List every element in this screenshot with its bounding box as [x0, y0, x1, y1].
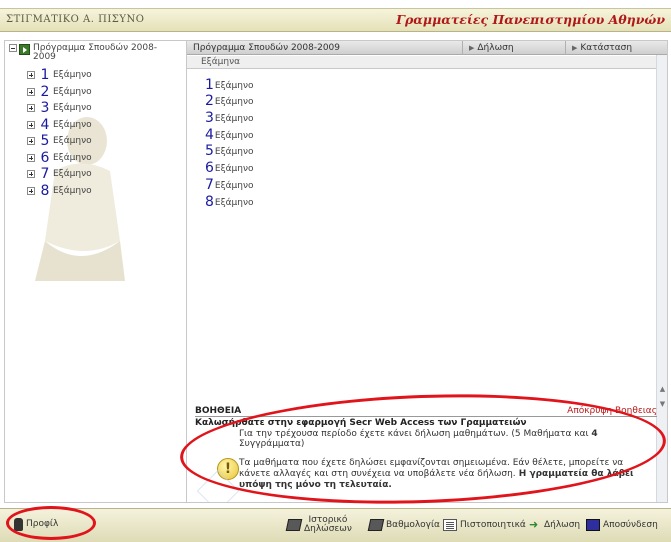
- semester-number: 3: [205, 110, 214, 127]
- brand-title: Γραμματείες Πανεπιστημίου Αθηνών: [396, 12, 665, 27]
- grades-icon: [367, 519, 385, 531]
- tree-item-semester[interactable]: 1 Εξάμηνο: [27, 67, 92, 84]
- logout-button[interactable]: Αποσύνδεση: [586, 511, 658, 539]
- tree-item-semester[interactable]: 2 Εξάμηνο: [27, 84, 92, 101]
- semester-label[interactable]: Εξάμηνο: [215, 131, 254, 142]
- tab-arrow-icon: ▶: [572, 44, 578, 52]
- semester-item[interactable]: 2 Εξάμηνο: [205, 92, 254, 110]
- user-name: ΣΤΙΓΜΑΤΙΚΟ Α. ΠΙΣΥΝΟ: [6, 14, 145, 25]
- tab-arrow-icon: ▶: [469, 44, 475, 52]
- semester-list: 1 Εξάμηνο 2 Εξάμηνο 3 Εξάμηνο 4 Εξάμηνο 5 Εξά…: [205, 75, 254, 209]
- history-label: Ιστορικό Δηλώσεων: [304, 516, 352, 534]
- semester-number: 5: [205, 143, 214, 160]
- semester-number: 1: [205, 76, 214, 93]
- tab-status-label: Κατάσταση: [580, 43, 633, 53]
- semester-number: 5: [40, 133, 50, 150]
- scroll-up-icon[interactable]: ▲: [658, 385, 667, 394]
- semester-number: 4: [205, 126, 214, 143]
- semester-item[interactable]: 4 Εξάμηνο: [205, 125, 254, 142]
- semester-number: 6: [205, 160, 214, 177]
- expand-icon[interactable]: [27, 137, 35, 146]
- tree-item-semester[interactable]: 6 Εξάμηνο: [27, 150, 92, 167]
- declaration-button[interactable]: ➜ Δήλωση: [529, 511, 580, 539]
- semester-number: 3: [40, 100, 50, 117]
- semester-label[interactable]: Εξάμηνο: [215, 147, 254, 158]
- collapse-icon[interactable]: [9, 44, 17, 52]
- semester-number: 4: [40, 116, 50, 133]
- certificates-label: Πιστοποιητικά: [460, 520, 526, 530]
- logout-icon: [586, 519, 600, 531]
- tree-item-semester[interactable]: 8 Εξάμηνο: [27, 183, 92, 200]
- grades-button[interactable]: Βαθμολογία: [367, 511, 440, 539]
- tree-panel: Πρόγραμμα Σπουδών 2008-2009 1 Εξάμηνο 2 …: [4, 40, 200, 503]
- subtab-bar: Εξάμηνα: [187, 56, 667, 69]
- semester-item[interactable]: 7 Εξάμηνο: [205, 175, 254, 192]
- tab-bar: Πρόγραμμα Σπουδών 2008-2009 ▶ Δήλωση ▶ Κατ…: [187, 41, 667, 55]
- semester-label[interactable]: Εξάμηνο: [215, 97, 254, 108]
- tree-item-label[interactable]: Εξάμηνο: [53, 120, 92, 130]
- tree-item-label[interactable]: Εξάμηνο: [53, 153, 92, 163]
- tree-item-label[interactable]: Εξάμηνο: [53, 136, 92, 146]
- logout-label: Αποσύνδεση: [603, 520, 658, 530]
- semester-label[interactable]: Εξάμηνο: [215, 164, 254, 175]
- history-icon: [285, 519, 303, 531]
- certificates-button[interactable]: Πιστοποιητικά: [443, 511, 526, 539]
- tree-item-semester[interactable]: 7 Εξάμηνο: [27, 166, 92, 183]
- tab-program[interactable]: Πρόγραμμα Σπουδών 2008-2009: [187, 41, 463, 55]
- tab-declaration[interactable]: ▶ Δήλωση: [463, 41, 566, 55]
- semester-number: 1: [40, 67, 50, 84]
- tab-declaration-label: Δήλωση: [477, 43, 514, 53]
- expand-icon[interactable]: [27, 71, 35, 80]
- certificates-icon: [443, 519, 457, 531]
- tree-root[interactable]: Πρόγραμμα Σπουδών 2008-2009: [9, 44, 173, 62]
- semester-number: 2: [40, 83, 50, 100]
- history-button[interactable]: Ιστορικό Δηλώσεων: [285, 511, 352, 539]
- semester-number: 7: [205, 176, 214, 193]
- tree-root-label[interactable]: Πρόγραμμα Σπουδών 2008-2009: [33, 44, 173, 62]
- semester-item[interactable]: 1 Εξάμηνο: [205, 75, 254, 92]
- tree-item-label[interactable]: Εξάμηνο: [53, 186, 92, 196]
- semester-number: 2: [205, 93, 214, 110]
- app-window: ΣΤΙΓΜΑΤΙΚΟ Α. ΠΙΣΥΝΟ Γραμματείες Πανεπισ…: [0, 0, 671, 542]
- expand-icon[interactable]: [27, 170, 35, 179]
- tree-items: 1 Εξάμηνο 2 Εξάμηνο 3 Εξάμηνο 4 Εξάμηνο …: [27, 67, 92, 199]
- tree-item-semester[interactable]: 3 Εξάμηνο: [27, 100, 92, 117]
- semester-label[interactable]: Εξάμηνο: [215, 81, 254, 92]
- history-label-line2: Δηλώσεων: [304, 524, 352, 534]
- tree-item-label[interactable]: Εξάμηνο: [53, 169, 92, 179]
- semester-number: 8: [40, 182, 50, 199]
- semester-label[interactable]: Εξάμηνο: [215, 198, 254, 209]
- semester-number: 6: [40, 149, 50, 166]
- footer-toolbar: Προφίλ Ιστορικό Δηλώσεων Βαθμολογία Πιστο…: [0, 508, 671, 542]
- subtab-semesters[interactable]: Εξάμηνα: [201, 57, 240, 67]
- semester-item[interactable]: 5 Εξάμηνο: [205, 142, 254, 160]
- tab-status[interactable]: ▶ Κατάσταση: [566, 41, 667, 55]
- semester-item[interactable]: 3 Εξάμηνο: [205, 108, 254, 125]
- program-icon: [19, 44, 30, 55]
- grades-label: Βαθμολογία: [386, 520, 440, 530]
- tree-item-label[interactable]: Εξάμηνο: [53, 87, 92, 97]
- expand-icon[interactable]: [27, 186, 35, 195]
- arrow-right-icon: ➜: [529, 518, 539, 531]
- tree-item-label[interactable]: Εξάμηνο: [53, 103, 92, 113]
- semester-item[interactable]: 8 Εξάμηνο: [205, 192, 254, 209]
- tree-item-label[interactable]: Εξάμηνο: [53, 70, 92, 80]
- expand-icon[interactable]: [27, 104, 35, 113]
- annotation-ellipse-profile: [6, 506, 96, 540]
- semester-label[interactable]: Εξάμηνο: [215, 114, 254, 125]
- expand-icon[interactable]: [27, 120, 35, 129]
- semester-number: 8: [205, 193, 214, 210]
- semester-item[interactable]: 6 Εξάμηνο: [205, 158, 254, 175]
- tab-program-label: Πρόγραμμα Σπουδών 2008-2009: [193, 43, 341, 53]
- expand-icon[interactable]: [27, 153, 35, 162]
- help-title: ΒΟΗΘΕΙΑ: [195, 406, 242, 416]
- tree-item-semester[interactable]: 5 Εξάμηνο: [27, 133, 92, 150]
- scroll-down-icon[interactable]: ▼: [658, 400, 667, 409]
- declaration-label: Δήλωση: [544, 520, 581, 530]
- semester-label[interactable]: Εξάμηνο: [215, 181, 254, 192]
- tree-item-semester[interactable]: 4 Εξάμηνο: [27, 117, 92, 134]
- semester-number: 7: [40, 166, 50, 183]
- header-bar: ΣΤΙΓΜΑΤΙΚΟ Α. ΠΙΣΥΝΟ Γραμματείες Πανεπισ…: [0, 8, 671, 32]
- expand-icon[interactable]: [27, 87, 35, 96]
